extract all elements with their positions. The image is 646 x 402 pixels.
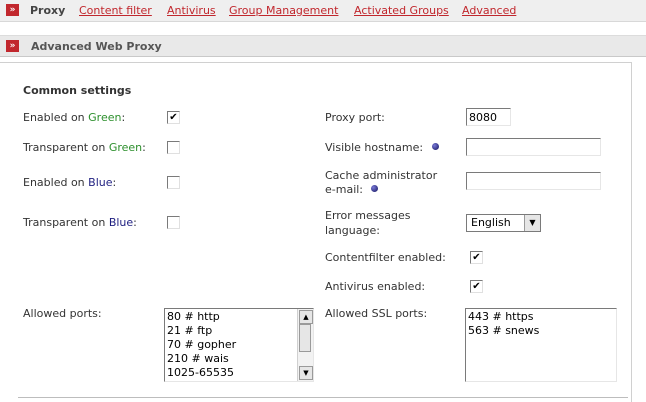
allowed-port-line: 70 # gopher	[167, 338, 237, 351]
tab-content-filter[interactable]: Content filter	[79, 4, 152, 17]
ssl-port-line: 443 # https	[468, 310, 534, 323]
tab-group-management[interactable]: Group Management	[229, 4, 338, 17]
tab-advanced[interactable]: Advanced	[462, 4, 516, 17]
cache-admin-label-line2: e-mail:	[325, 183, 364, 196]
menu-arrow-icon: »	[6, 4, 19, 16]
error-language-value: English	[471, 216, 511, 229]
antivirus-enabled-label: Antivirus enabled:	[325, 280, 426, 293]
cache-admin-label-line1: Cache administrator	[325, 169, 438, 182]
antivirus-enabled-checkbox[interactable]: ✔	[470, 280, 483, 293]
allowed-ports-scrollbar[interactable]: ▲ ▼	[297, 309, 313, 381]
scroll-up-icon[interactable]: ▲	[299, 310, 313, 324]
top-nav-bar: » Proxy Content filter Antivirus Group M…	[0, 0, 646, 22]
section-header: » Advanced Web Proxy	[0, 35, 646, 57]
scrollbar-thumb[interactable]	[299, 324, 311, 352]
transparent-green-checkbox[interactable]	[167, 141, 180, 154]
error-lang-label-line1: Error messages	[325, 209, 411, 222]
enabled-blue-label: Enabled on Blue:	[23, 176, 117, 189]
enabled-blue-checkbox[interactable]	[167, 176, 180, 189]
allowed-ports-textarea[interactable]: 80 # http 21 # ftp 70 # gopher 210 # wai…	[164, 308, 314, 382]
transparent-blue-checkbox[interactable]	[167, 216, 180, 229]
tab-antivirus[interactable]: Antivirus	[167, 4, 216, 17]
cache-admin-email-input[interactable]	[466, 172, 601, 190]
visible-hostname-input[interactable]	[466, 138, 601, 156]
scroll-down-icon[interactable]: ▼	[299, 366, 313, 380]
allowed-port-line: 210 # wais	[167, 352, 229, 365]
allowed-ssl-ports-textarea[interactable]: 443 # https 563 # snews	[465, 308, 617, 382]
proxy-port-input[interactable]: 8080	[466, 108, 511, 126]
section-arrow-icon: »	[6, 40, 19, 52]
transparent-green-label: Transparent on Green:	[23, 141, 146, 154]
allowed-port-line: 1025-65535	[167, 366, 234, 379]
proxy-port-label: Proxy port:	[325, 111, 385, 124]
allowed-port-line: 80 # http	[167, 310, 220, 323]
allowed-port-line: 21 # ftp	[167, 324, 213, 337]
visible-hostname-label: Visible hostname:	[325, 141, 424, 154]
allowed-ssl-ports-label: Allowed SSL ports:	[325, 307, 428, 320]
enabled-green-checkbox[interactable]: ✔	[167, 111, 180, 124]
chevron-down-icon[interactable]: ▼	[524, 215, 540, 231]
divider	[18, 397, 628, 398]
info-bullet-icon	[432, 143, 439, 150]
tab-activated-groups[interactable]: Activated Groups	[354, 4, 449, 17]
section-title: Advanced Web Proxy	[31, 40, 162, 53]
transparent-blue-label: Transparent on Blue:	[23, 216, 137, 229]
error-language-select[interactable]: English ▼	[466, 214, 541, 232]
tab-proxy[interactable]: Proxy	[30, 4, 65, 17]
enabled-green-label: Enabled on Green:	[23, 111, 126, 124]
error-lang-label-line2: language:	[325, 224, 380, 237]
contentfilter-enabled-label: Contentfilter enabled:	[325, 251, 446, 264]
allowed-ports-label: Allowed ports:	[23, 307, 102, 320]
ssl-port-line: 563 # snews	[468, 324, 540, 337]
contentfilter-enabled-checkbox[interactable]: ✔	[470, 251, 483, 264]
info-bullet-icon	[371, 185, 378, 192]
common-settings-heading: Common settings	[23, 84, 132, 97]
